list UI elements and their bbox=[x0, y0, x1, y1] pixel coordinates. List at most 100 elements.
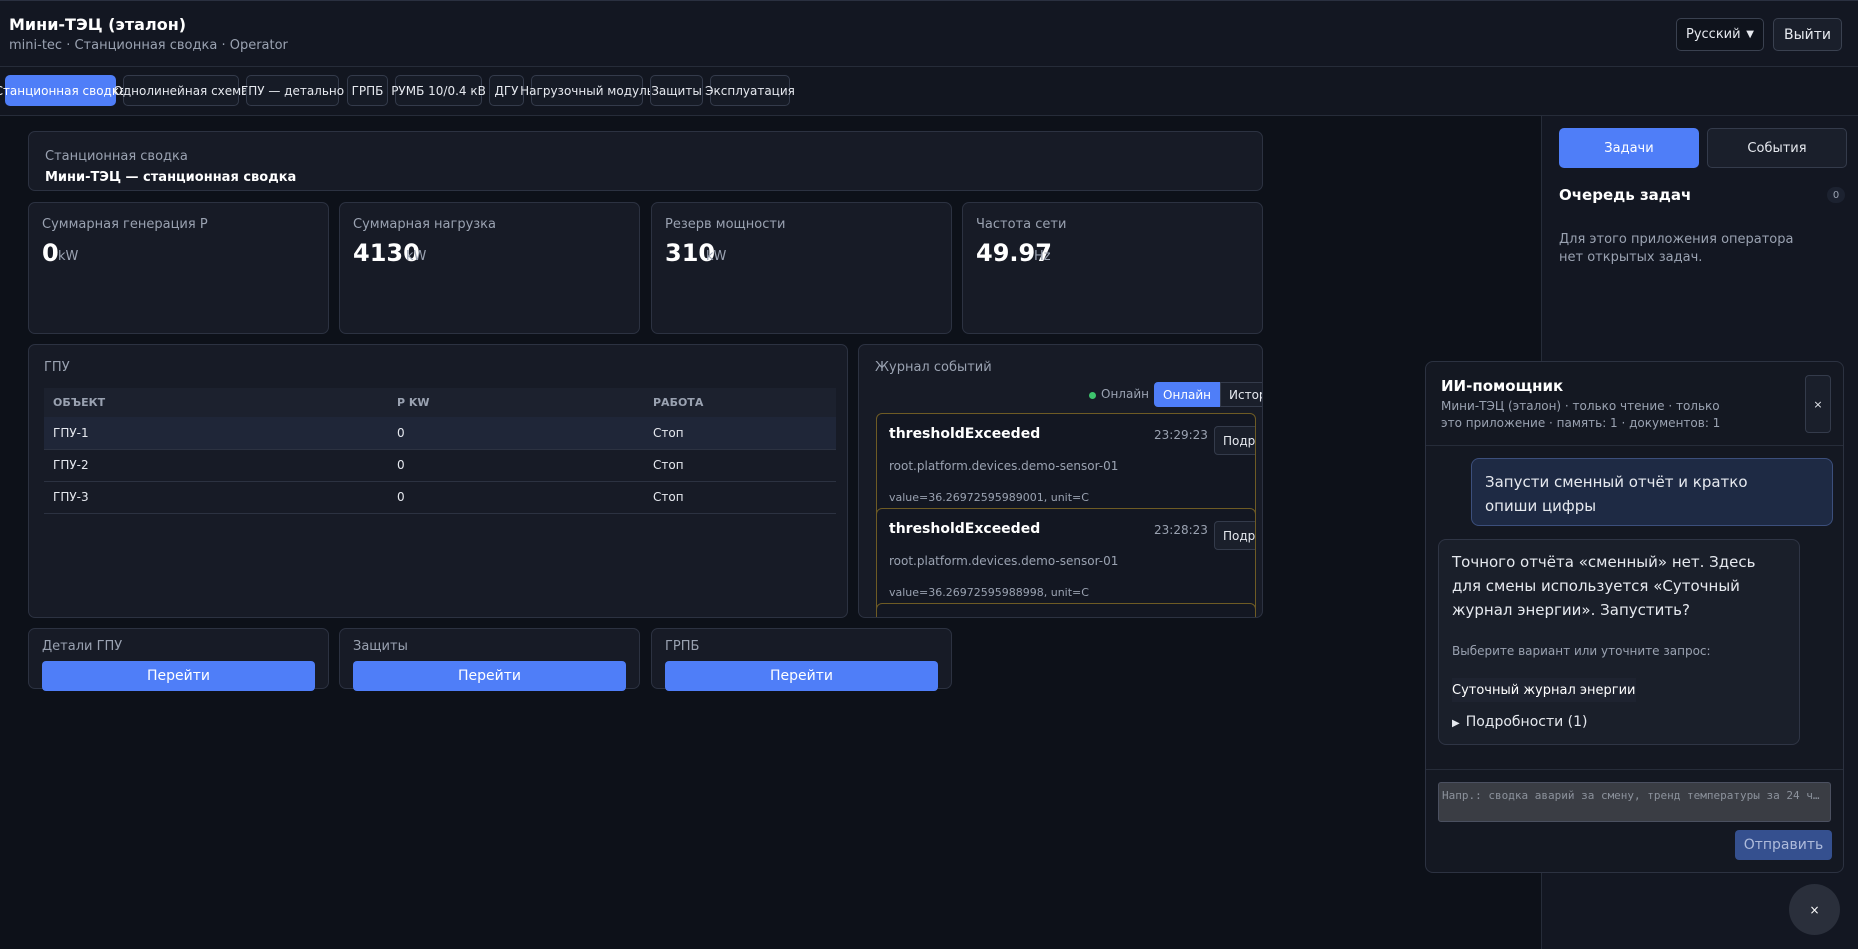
segment-online[interactable]: Онлайн bbox=[1154, 382, 1220, 407]
assistant-hint: Выберите вариант или уточните запрос: bbox=[1452, 644, 1711, 658]
language-value: Русский bbox=[1686, 27, 1741, 42]
task-queue-empty: Для этого приложения оператора нет откры… bbox=[1559, 232, 1794, 265]
event-name: thresholdExceeded bbox=[889, 426, 1041, 442]
cell-state: Стоп bbox=[644, 449, 836, 482]
table-row[interactable]: ГПУ-1 0 Стоп bbox=[44, 417, 836, 450]
assistant-title: ИИ-помощник bbox=[1441, 377, 1564, 395]
link-label: Детали ГПУ bbox=[42, 639, 123, 654]
assistant-subtitle: Мини-ТЭЦ (эталон) · только чтение · толь… bbox=[1441, 399, 1721, 430]
events-tab-button[interactable]: События bbox=[1707, 128, 1847, 168]
kpi-card-generation: Суммарная генерация P 0 kW bbox=[28, 202, 329, 334]
event-time: 23:28:23 bbox=[1154, 523, 1208, 537]
details-label: Подробности (1) bbox=[1465, 714, 1588, 730]
link-card-grpb: ГРПБ Перейти bbox=[651, 628, 952, 691]
kpi-label: Частота сети bbox=[976, 217, 1067, 232]
event-path: root.platform.devices.demo-sensor-01 bbox=[889, 459, 1119, 473]
cell-object: ГПУ-2 bbox=[44, 449, 388, 482]
tab-station-summary[interactable]: Станционная сводка bbox=[0, 75, 126, 106]
cell-power: 0 bbox=[388, 449, 644, 482]
cell-state: Стоп bbox=[644, 417, 836, 450]
kpi-unit: kW bbox=[58, 249, 79, 264]
table-row[interactable]: ГПУ-3 0 Стоп bbox=[44, 481, 836, 514]
kpi-label: Резерв мощности bbox=[665, 217, 786, 232]
tab-dgu[interactable]: ДГУ bbox=[489, 75, 524, 106]
cell-power: 0 bbox=[388, 481, 644, 514]
online-status: Онлайн bbox=[1101, 387, 1149, 401]
journal-panel: Журнал событий Онлайн Онлайн История thr… bbox=[858, 344, 1263, 618]
close-icon[interactable]: × bbox=[1789, 884, 1840, 935]
suggestion-option[interactable]: Суточный журнал энергии bbox=[1452, 678, 1636, 702]
cell-state: Стоп bbox=[644, 481, 836, 514]
logout-button[interactable]: Выйти bbox=[1773, 18, 1842, 51]
event-value: value=36.26972595989001, unit=C bbox=[889, 491, 1089, 504]
column-header: РАБОТА bbox=[644, 388, 836, 417]
summary-title: Мини-ТЭЦ — станционная сводка bbox=[45, 170, 297, 185]
language-select[interactable]: Русский ▼ bbox=[1676, 18, 1764, 51]
triangle-right-icon: ▶ bbox=[1452, 718, 1460, 729]
chevron-down-icon: ▼ bbox=[1746, 29, 1754, 40]
assistant-message: Точного отчёта «сменный» нет. Здесь для … bbox=[1438, 539, 1800, 745]
task-queue-title: Очередь задач bbox=[1559, 186, 1692, 204]
tab-load-module[interactable]: Нагрузочный модуль bbox=[520, 75, 654, 106]
event-name: thresholdExceeded bbox=[889, 521, 1041, 537]
close-icon[interactable]: × bbox=[1805, 375, 1831, 433]
summary-panel: Станционная сводка Мини-ТЭЦ — станционна… bbox=[28, 131, 1263, 191]
tab-gpu-detail[interactable]: ГПУ — детально bbox=[241, 75, 344, 106]
assistant-input[interactable]: Напр.: сводка аварий за смену, тренд тем… bbox=[1438, 782, 1831, 822]
cell-power: 0 bbox=[388, 417, 644, 450]
event-time: 23:29:23 bbox=[1154, 428, 1208, 442]
tab-protections[interactable]: Защиты bbox=[650, 75, 703, 106]
divider bbox=[1426, 769, 1843, 770]
app-subtitle: mini-tec · Станционная сводка · Operator bbox=[9, 38, 288, 53]
event-path: root.platform.devices.demo-sensor-01 bbox=[889, 554, 1119, 568]
link-label: Защиты bbox=[353, 639, 408, 654]
kpi-unit: kW bbox=[706, 249, 727, 264]
kpi-label: Суммарная нагрузка bbox=[353, 217, 496, 232]
tab-single-line[interactable]: Однолинейная схема bbox=[113, 75, 249, 106]
event-details-button[interactable]: Подробнее bbox=[1214, 426, 1255, 455]
tab-bar: Станционная сводка Однолинейная схема ГП… bbox=[0, 67, 1858, 116]
journal-title: Журнал событий bbox=[875, 360, 992, 375]
gpu-panel: ГПУ ОБЪЕКТ P KW РАБОТА ГПУ-1 0 Стоп ГПУ-… bbox=[28, 344, 848, 618]
kpi-card-load: Суммарная нагрузка 4130 kW bbox=[339, 202, 640, 334]
link-card-gpu-details: Детали ГПУ Перейти bbox=[28, 628, 329, 691]
go-button[interactable]: Перейти bbox=[665, 661, 938, 691]
event-card: thresholdExceeded 23:29:23 root.platform… bbox=[876, 413, 1256, 519]
tab-operation[interactable]: Эксплуатация bbox=[705, 75, 795, 106]
gpu-title: ГПУ bbox=[44, 360, 70, 375]
event-details-button[interactable]: Подробнее bbox=[1214, 521, 1255, 550]
go-button[interactable]: Перейти bbox=[42, 661, 315, 691]
gpu-table: ОБЪЕКТ P KW РАБОТА ГПУ-1 0 Стоп ГПУ-2 0 … bbox=[44, 388, 836, 514]
app-header: Мини-ТЭЦ (эталон) mini-tec · Станционная… bbox=[0, 0, 1858, 67]
column-header: ОБЪЕКТ bbox=[44, 388, 388, 417]
summary-label: Станционная сводка bbox=[45, 149, 188, 164]
event-card bbox=[876, 603, 1256, 617]
send-button[interactable]: Отправить bbox=[1735, 830, 1832, 860]
link-label: ГРПБ bbox=[665, 639, 700, 654]
event-card: thresholdExceeded 23:28:23 root.platform… bbox=[876, 508, 1256, 614]
table-header-row: ОБЪЕКТ P KW РАБОТА bbox=[44, 388, 836, 417]
tab-grpb[interactable]: ГРПБ bbox=[347, 75, 388, 106]
tab-rumb[interactable]: РУМБ 10/0.4 кВ bbox=[391, 75, 486, 106]
kpi-card-reserve: Резерв мощности 310 kW bbox=[651, 202, 952, 334]
app-title: Мини-ТЭЦ (эталон) bbox=[9, 15, 187, 34]
kpi-card-frequency: Частота сети 49.97 Hz bbox=[962, 202, 1263, 334]
tasks-tab-button[interactable]: Задачи bbox=[1559, 128, 1699, 168]
go-button[interactable]: Перейти bbox=[353, 661, 626, 691]
online-status-icon bbox=[1089, 392, 1096, 399]
segment-history[interactable]: История bbox=[1220, 382, 1262, 407]
cell-object: ГПУ-1 bbox=[44, 417, 388, 450]
kpi-unit: Hz bbox=[1034, 249, 1051, 264]
assistant-message-text: Точного отчёта «сменный» нет. Здесь для … bbox=[1452, 553, 1756, 619]
table-row[interactable]: ГПУ-2 0 Стоп bbox=[44, 449, 836, 482]
details-toggle[interactable]: ▶ Подробности (1) bbox=[1452, 714, 1588, 730]
divider bbox=[1426, 445, 1843, 446]
cell-object: ГПУ-3 bbox=[44, 481, 388, 514]
event-value: value=36.26972595988998, unit=C bbox=[889, 586, 1089, 599]
task-count-badge: 0 bbox=[1827, 187, 1845, 203]
column-header: P KW bbox=[388, 388, 644, 417]
kpi-unit: kW bbox=[406, 249, 427, 264]
user-message: Запусти сменный отчёт и кратко опиши циф… bbox=[1471, 458, 1833, 526]
link-card-protections: Защиты Перейти bbox=[339, 628, 640, 691]
kpi-label: Суммарная генерация P bbox=[42, 217, 208, 232]
